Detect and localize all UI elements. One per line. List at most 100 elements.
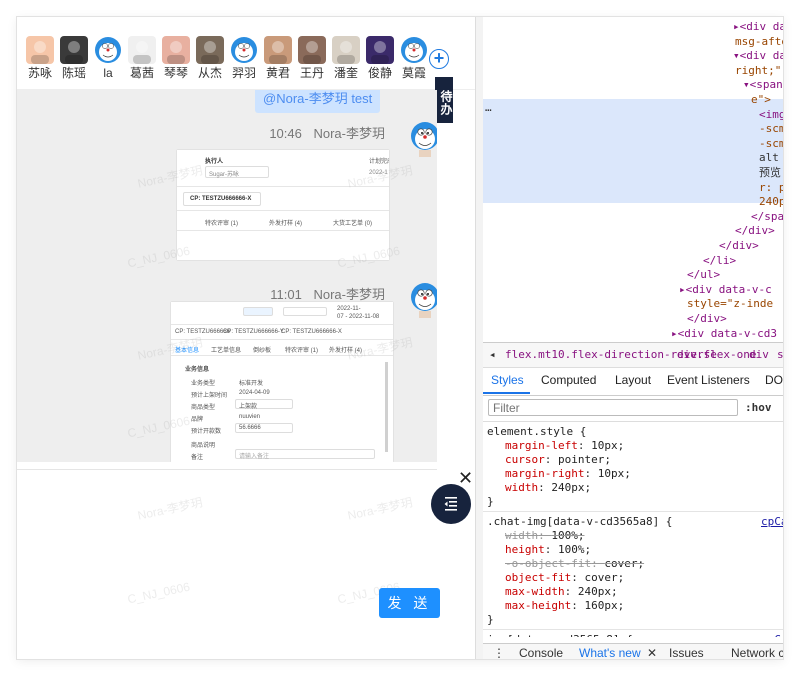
css-declaration[interactable]: cursor: pointer;	[505, 453, 611, 467]
avatar[interactable]	[409, 281, 437, 319]
image-message[interactable]: 2022-11- 07 - 2022-11-08 CP: TESTZU66666…	[171, 302, 393, 462]
avatar	[26, 36, 54, 64]
member-name: 陈瑶	[61, 66, 86, 80]
css-declaration[interactable]: object-fit: cover;	[505, 571, 624, 585]
avatar	[196, 36, 224, 64]
shot2-row-value: 标准开发	[239, 381, 264, 387]
breadcrumb-item[interactable]: div	[749, 348, 769, 361]
avatar	[332, 36, 360, 64]
member-item[interactable]: 陈瑶	[57, 36, 91, 80]
css-property: cursor	[505, 453, 545, 466]
tab-event-listeners[interactable]: Event Listeners	[667, 373, 750, 387]
tab-computed[interactable]: Computed	[541, 373, 596, 387]
member-item[interactable]: 莫霞	[397, 36, 431, 80]
member-item[interactable]: 王丹	[295, 36, 329, 80]
shot2-section: 业务信息	[185, 367, 210, 373]
dom-node-line[interactable]: r: p	[759, 180, 783, 195]
dom-node-line[interactable]: -scm	[759, 136, 783, 151]
avatar	[400, 36, 428, 64]
dom-node-line[interactable]: </span	[751, 209, 783, 224]
dom-node-line[interactable]: ▸<div da	[733, 19, 783, 34]
member-item[interactable]: 葛茜	[125, 36, 159, 80]
dom-node-line[interactable]: alt	[759, 150, 779, 165]
message-list[interactable]: @Nora-李梦玥 test 10:46 Nora-李梦玥 执行人 计划完 Su…	[17, 90, 437, 462]
shot2-sub-tab: 特农评审 (1)	[285, 348, 319, 354]
member-name: 琴琴	[163, 66, 188, 80]
css-declaration[interactable]: width: 240px;	[505, 481, 591, 495]
dom-node-line[interactable]: <img	[759, 107, 783, 122]
tab-dom-breakpoints[interactable]: DO	[765, 373, 783, 387]
css-declaration[interactable]: max-width: 240px;	[505, 585, 618, 599]
filter-input[interactable]	[488, 399, 738, 416]
breadcrumb-item[interactable]: s	[777, 348, 783, 361]
breadcrumb-scroll-left[interactable]: ◂	[489, 348, 496, 361]
menu-fold-icon[interactable]	[431, 484, 471, 524]
css-declaration[interactable]: margin-right: 10px;	[505, 467, 631, 481]
panel-splitter[interactable]	[475, 17, 483, 659]
css-property: height	[505, 543, 545, 556]
rule-selector[interactable]: element.style {	[487, 425, 586, 439]
close-icon[interactable]: ✕	[647, 646, 657, 659]
styles-pane[interactable]: element.style {margin-left: 10px; cursor:…	[483, 421, 783, 637]
dom-node-line[interactable]: ▸<div data-v-c	[679, 282, 772, 297]
shot2-cp-tab: CP: TESTZU666666	[175, 329, 230, 335]
member-item[interactable]: 潘奎	[329, 36, 363, 80]
plus-circle-icon[interactable]: +	[429, 49, 449, 69]
shot2-time: 2022-11-	[337, 306, 361, 312]
rule-source-link[interactable]: cpCa	[761, 515, 783, 528]
dom-node-line[interactable]: 240p	[759, 194, 783, 209]
dom-node-line[interactable]: e">	[751, 92, 771, 107]
member-item[interactable]: 黄君	[261, 36, 295, 80]
todo-tab[interactable]: 待办	[435, 77, 453, 123]
tab-issues[interactable]: Issues	[669, 646, 704, 659]
css-declaration[interactable]: margin-left: 10px;	[505, 439, 624, 453]
dom-node-line[interactable]: </li>	[703, 253, 736, 268]
member-item[interactable]: 从杰	[193, 36, 227, 80]
member-item[interactable]: la	[91, 36, 125, 80]
avatar	[94, 36, 122, 64]
message-composer[interactable]: Nora-李梦玥 Nora-李梦玥 C_NJ_0606 C_NJ_0606	[17, 469, 437, 659]
avatar[interactable]	[409, 120, 437, 158]
dom-node-line[interactable]: </div>	[687, 311, 727, 326]
dom-node-line[interactable]: -scm	[759, 121, 783, 136]
dom-node-line[interactable]: style="z-inde	[687, 296, 773, 311]
rule-source-link[interactable]: cpCa	[761, 633, 783, 637]
dom-node-line[interactable]: right;"	[735, 63, 781, 78]
elements-tree[interactable]: … ▸<div da msg-afte ▾<div da right;" ▾<span e…	[483, 17, 783, 342]
css-declaration[interactable]: max-height: 160px;	[505, 599, 624, 613]
dom-node-line[interactable]: ▾<div da	[733, 48, 783, 63]
member-item[interactable]: 琴琴	[159, 36, 193, 80]
rule-selector[interactable]: img[data-v-cd3565a8] {	[487, 633, 633, 637]
tab-network-conditions[interactable]: Network c	[731, 646, 783, 659]
hov-toggle[interactable]: :hov	[745, 401, 772, 414]
tab-whats-new[interactable]: What's new	[579, 646, 641, 659]
tab-console[interactable]: Console	[519, 646, 563, 659]
shot2-scrollbar	[385, 362, 388, 452]
dom-node-line[interactable]: 预览'	[759, 165, 783, 180]
shot2-row-label: 预计开款数	[191, 429, 222, 435]
css-declaration[interactable]: height: 100%;	[505, 543, 591, 557]
dom-node-line[interactable]: </div>	[735, 223, 775, 238]
drawer-menu-icon[interactable]: ⋮	[493, 646, 505, 659]
shot2-row-label: 业务类型	[191, 381, 216, 387]
breadcrumb-item[interactable]: div.flex-one	[677, 348, 756, 361]
rule-separator	[483, 629, 783, 630]
css-declaration[interactable]: width: 100%;	[505, 529, 585, 543]
dom-node-line[interactable]: </div>	[719, 238, 759, 253]
send-button[interactable]: 发 送	[379, 588, 440, 618]
image-message[interactable]: 执行人 计划完成 Sugar-苏咏 2022-1 CP: TESTZU66666…	[177, 150, 389, 260]
member-item[interactable]: 苏咏	[23, 36, 57, 80]
tab-layout[interactable]: Layout	[615, 373, 651, 387]
divider	[171, 339, 393, 340]
more-icon[interactable]: …	[485, 101, 492, 114]
css-declaration[interactable]: -o-object-fit: cover;	[505, 557, 644, 571]
member-item[interactable]: 俊静	[363, 36, 397, 80]
dom-node-line[interactable]: </ul>	[687, 267, 720, 282]
member-item[interactable]: 羿羽	[227, 36, 261, 80]
dom-node-line[interactable]: ▸<div data-v-cd3	[671, 326, 777, 341]
rule-selector[interactable]: .chat-img[data-v-cd3565a8] {	[487, 515, 672, 529]
tab-styles[interactable]: Styles	[491, 373, 524, 387]
dom-node-line[interactable]: ▾<span	[743, 77, 783, 92]
shot2-row-label: 商品说明	[191, 443, 216, 449]
dom-node-line[interactable]: msg-afte	[735, 34, 783, 49]
